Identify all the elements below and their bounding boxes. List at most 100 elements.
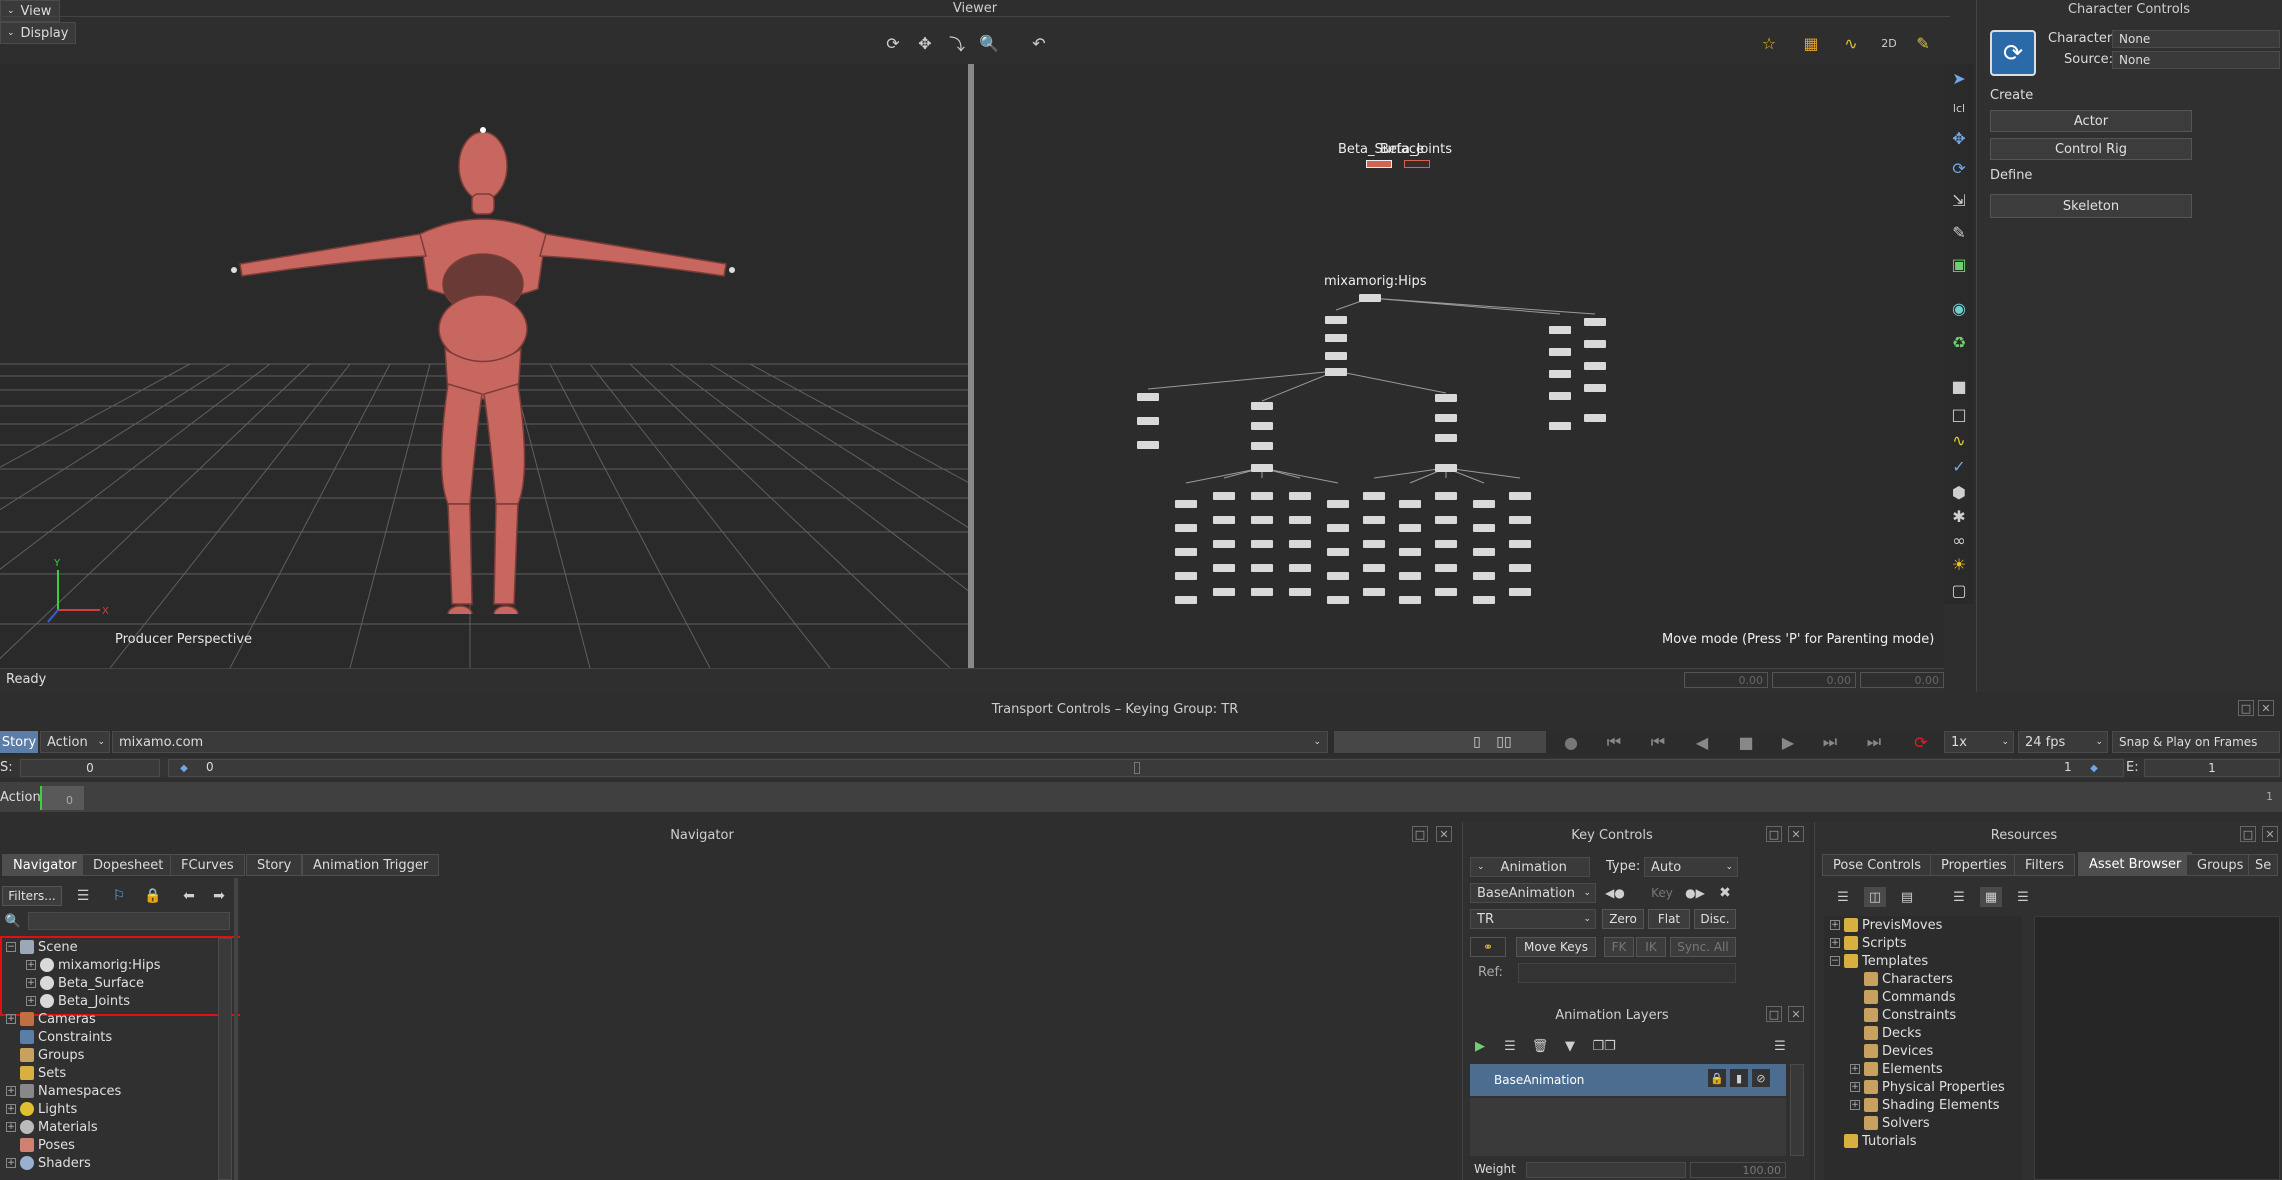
schematic-bone-node[interactable] — [1435, 564, 1457, 572]
expand-toggle[interactable]: + — [1850, 1064, 1860, 1074]
key-controls-close-button[interactable]: ✕ — [1788, 826, 1804, 842]
tab-fcurves[interactable]: FCurves — [170, 854, 245, 876]
schematic-bone-node[interactable] — [1473, 548, 1495, 556]
navigator-close-button[interactable]: ✕ — [1436, 826, 1452, 842]
schematic-bone-node[interactable] — [1289, 516, 1311, 524]
actor-button[interactable]: Actor — [1990, 110, 2192, 132]
tree-item-groups[interactable]: Groups — [6, 1046, 84, 1064]
stop-icon[interactable]: ■ — [1734, 731, 1758, 753]
asset-item-physical-properties[interactable]: + Physical Properties — [1850, 1078, 2005, 1096]
copy-layer-icon[interactable]: ❐❐ — [1590, 1036, 1618, 1056]
schematic-bone-node[interactable] — [1175, 548, 1197, 556]
schematic-bone-node[interactable] — [1435, 414, 1457, 422]
schematic-bone-node[interactable] — [1363, 564, 1385, 572]
next-key-icon[interactable]: ⏭ — [1818, 731, 1842, 753]
schematic-bone-node[interactable] — [1327, 500, 1349, 508]
record-icon[interactable]: ● — [1560, 731, 1582, 753]
schematic-bone-node[interactable] — [1399, 572, 1421, 580]
schematic-bone-node[interactable] — [1584, 414, 1606, 422]
coord-y-field[interactable]: 0.00 — [1772, 672, 1856, 688]
resources-close-button[interactable]: ✕ — [2262, 826, 2278, 842]
key-button[interactable]: Key — [1642, 883, 1682, 903]
asset-item-previsMoves[interactable]: + PrevisMoves — [1830, 916, 1942, 934]
schematic-bone-node[interactable] — [1473, 500, 1495, 508]
schematic-bone-node[interactable] — [1137, 417, 1159, 425]
local-icon[interactable]: lcl — [1946, 96, 1972, 120]
skeleton-icon[interactable]: ✱ — [1946, 504, 1972, 528]
asset-item-elements[interactable]: + Elements — [1850, 1060, 1943, 1078]
schematic-bone-node[interactable] — [1509, 540, 1531, 548]
asset-item-tutorials[interactable]: Tutorials — [1830, 1132, 1917, 1150]
flat-button[interactable]: Flat — [1648, 909, 1690, 929]
schematic-bone-node[interactable] — [1289, 588, 1311, 596]
schematic-bone-node[interactable] — [1584, 340, 1606, 348]
source-dropdown[interactable]: None — [2112, 51, 2280, 69]
schematic-bone-node[interactable] — [1251, 422, 1273, 430]
speed-dropdown[interactable]: 1x ⌄ — [1944, 731, 2014, 753]
asset-item-templates[interactable]: − Templates — [1830, 952, 1928, 970]
prev-key-icon[interactable]: ⏮ — [1646, 731, 1670, 753]
expand-toggle[interactable]: + — [6, 1086, 16, 1096]
layers-scrollbar[interactable] — [1790, 1064, 1804, 1156]
transport-float-button[interactable]: □ — [2238, 700, 2254, 716]
prev-keyframe-icon[interactable]: ◀● — [1600, 883, 1630, 903]
schematic-bone-node[interactable] — [1325, 334, 1347, 342]
tab-filters[interactable]: Filters — [2014, 854, 2075, 876]
tab-groups[interactable]: Groups — [2186, 854, 2255, 876]
fps-dropdown[interactable]: 24 fps ⌄ — [2018, 731, 2108, 753]
tree-item-constraints[interactable]: Constraints — [6, 1028, 112, 1046]
favorite-star-icon[interactable]: ☆ — [1756, 30, 1782, 56]
start-field[interactable]: 0 — [20, 759, 160, 777]
pin-icon[interactable]: ✓ — [1946, 454, 1972, 478]
schematic-bone-node[interactable] — [1549, 370, 1571, 378]
delete-key-icon[interactable]: ✖ — [1714, 883, 1736, 903]
type-dropdown[interactable]: Auto ⌄ — [1644, 857, 1738, 877]
key-controls-float-button[interactable]: □ — [1766, 826, 1782, 842]
schematic-bone-node[interactable] — [1509, 588, 1531, 596]
action-mode-dropdown[interactable]: Action ⌄ — [40, 731, 110, 753]
light-bulb-icon[interactable]: ☀ — [1946, 552, 1972, 576]
tab-asset-browser[interactable]: Asset Browser — [2078, 852, 2193, 876]
schematic-bone-node[interactable] — [1435, 464, 1457, 472]
frame-icon[interactable]: ▢ — [1946, 578, 1972, 602]
weight-field[interactable]: 100.00 — [1690, 1162, 1786, 1178]
curve-mode-icon[interactable]: ∿ — [1836, 30, 1866, 56]
expand-toggle[interactable]: + — [6, 1104, 16, 1114]
schematic-bone-node[interactable] — [1289, 540, 1311, 548]
link-icon[interactable]: ∞ — [1946, 528, 1972, 552]
undo-view-icon[interactable]: ↶ — [1024, 30, 1054, 56]
schematic-bone-node[interactable] — [1175, 524, 1197, 532]
schematic-bone-node[interactable] — [1399, 524, 1421, 532]
schematic-2d-icon[interactable]: 2D — [1876, 30, 1902, 56]
split-view-icon[interactable]: ◫ — [1864, 887, 1886, 907]
cube-icon[interactable]: ■ — [1946, 374, 1972, 398]
layers-menu-icon[interactable]: ☰ — [1770, 1036, 1790, 1056]
schematic-bone-node[interactable] — [1175, 596, 1197, 604]
filter-scene-icon[interactable]: ⚐ — [108, 886, 130, 906]
display-menu[interactable]: ⌄ Display — [0, 22, 76, 44]
nav-forward-icon[interactable]: ➡ — [208, 886, 230, 906]
keying-group-dropdown[interactable]: TR ⌄ — [1470, 909, 1596, 929]
loop-icon[interactable]: ⟳ — [1906, 731, 1936, 753]
coord-z-field[interactable]: 0.00 — [1860, 672, 1944, 688]
schematic-bone-node[interactable] — [1399, 548, 1421, 556]
next-keyframe-icon[interactable]: ●▶ — [1680, 883, 1710, 903]
curve-icon[interactable]: ∿ — [1946, 428, 1972, 452]
schematic-bone-node[interactable] — [1509, 564, 1531, 572]
asset-item-characters[interactable]: Characters — [1850, 970, 1953, 988]
schematic-bone-node[interactable] — [1251, 540, 1273, 548]
detail-mode-icon[interactable]: ▦ — [1980, 887, 2002, 907]
schematic-bone-node[interactable] — [1435, 516, 1457, 524]
tree-item-materials[interactable]: + Materials — [6, 1118, 98, 1136]
end-field[interactable]: 1 — [2144, 759, 2280, 777]
tab-dopesheet[interactable]: Dopesheet — [82, 854, 175, 876]
schematic-bone-node[interactable] — [1289, 564, 1311, 572]
schematic-bone-node[interactable] — [1363, 492, 1385, 500]
schematic-bone-node[interactable] — [1509, 516, 1531, 524]
nav-back-icon[interactable]: ⬅ — [178, 886, 200, 906]
schematic-bone-node[interactable] — [1213, 492, 1235, 500]
translate-icon[interactable]: ✥ — [1946, 126, 1972, 150]
schematic-bone-node[interactable] — [1251, 402, 1273, 410]
schematic-bone-node[interactable] — [1435, 434, 1457, 442]
tab-pose-controls[interactable]: Pose Controls — [1822, 854, 1932, 876]
